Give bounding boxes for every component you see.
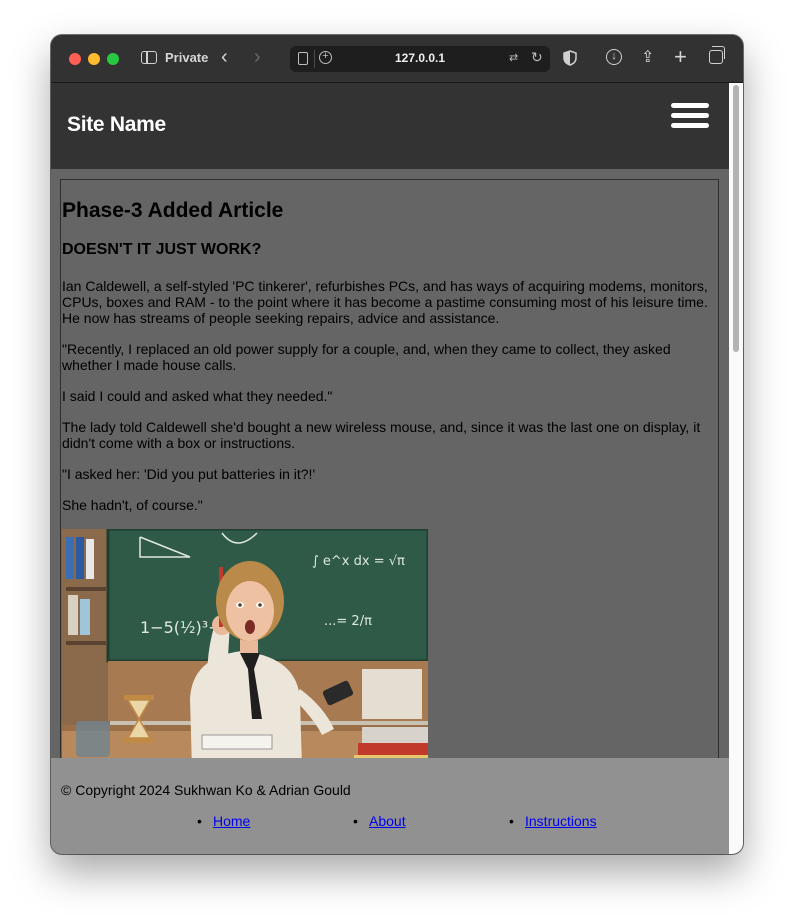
translate-icon[interactable]: ⇄ <box>509 51 518 64</box>
footer-link-instructions[interactable]: Instructions <box>525 813 597 829</box>
article: Phase-3 Added Article DOESN'T IT JUST WO… <box>60 179 719 779</box>
menu-icon-bar <box>671 103 709 108</box>
site-header: Site Name <box>51 83 729 169</box>
footer-link-about[interactable]: About <box>369 813 406 829</box>
chalk-equation: ...= 2/π <box>324 614 372 629</box>
forward-button[interactable]: › <box>254 46 261 69</box>
close-window-button[interactable] <box>69 53 81 65</box>
article-paragraph: She hadn't, of course." <box>62 497 203 513</box>
share-icon[interactable]: ⇪ <box>641 47 654 67</box>
article-subtitle: DOESN'T IT JUST WORK? <box>62 241 262 258</box>
sidebar-toggle-icon[interactable] <box>141 51 157 64</box>
footer-link-home[interactable]: Home <box>213 813 250 829</box>
menu-icon-bar <box>671 113 709 118</box>
private-label: Private <box>165 50 209 65</box>
footer-nav-item: Instructions <box>509 813 597 829</box>
browser-toolbar: Private ‹ › + 127.0.0.1 ⇄ ↻ ↓ ⇪ + <box>51 35 743 83</box>
site-name[interactable]: Site Name <box>67 113 166 137</box>
article-paragraph: Ian Caldewell, a self-styled 'PC tinkere… <box>62 278 708 326</box>
maximize-window-button[interactable] <box>107 53 119 65</box>
article-title: Phase-3 Added Article <box>62 199 284 222</box>
article-body: Ian Caldewell, a self-styled 'PC tinkere… <box>62 278 714 528</box>
new-tab-icon[interactable]: + <box>674 44 687 70</box>
article-paragraph: "Recently, I replaced an old power suppl… <box>62 341 671 373</box>
chalk-equation: ∫ e^x dx = √π <box>312 554 405 569</box>
back-button[interactable]: ‹ <box>221 46 228 69</box>
privacy-shield-icon[interactable] <box>563 50 577 66</box>
footer-nav-item: Home <box>197 813 251 829</box>
page-viewport: Site Name Phase-3 Added Article DOESN'T … <box>51 83 743 854</box>
copyright-text: © Copyright 2024 Sukhwan Ko & Adrian Gou… <box>61 782 351 798</box>
footer-nav-item: About <box>353 813 406 829</box>
menu-icon-bar <box>671 123 709 128</box>
article-paragraph: The lady told Caldewell she'd bought a n… <box>62 419 701 451</box>
menu-icon[interactable] <box>671 103 709 131</box>
site-footer: © Copyright 2024 Sukhwan Ko & Adrian Gou… <box>51 758 729 854</box>
article-paragraph: I said I could and asked what they neede… <box>62 388 333 404</box>
article-image: 1−5(½)³+( ∫ e^x dx = √π ...= 2/π <box>62 529 428 769</box>
address-bar[interactable]: + 127.0.0.1 ⇄ ↻ <box>290 46 550 72</box>
article-paragraph: "I asked her: 'Did you put batteries in … <box>62 466 316 482</box>
reload-icon[interactable]: ↻ <box>531 49 543 66</box>
download-icon[interactable]: ↓ <box>606 49 622 65</box>
scrollbar-thumb[interactable] <box>733 85 739 352</box>
browser-window: Private ‹ › + 127.0.0.1 ⇄ ↻ ↓ ⇪ + Site N… <box>51 35 743 854</box>
minimize-window-button[interactable] <box>88 53 100 65</box>
vertical-scrollbar[interactable] <box>729 83 743 854</box>
tab-overview-icon[interactable] <box>709 46 725 64</box>
main-content: Phase-3 Added Article DOESN'T IT JUST WO… <box>51 169 729 779</box>
